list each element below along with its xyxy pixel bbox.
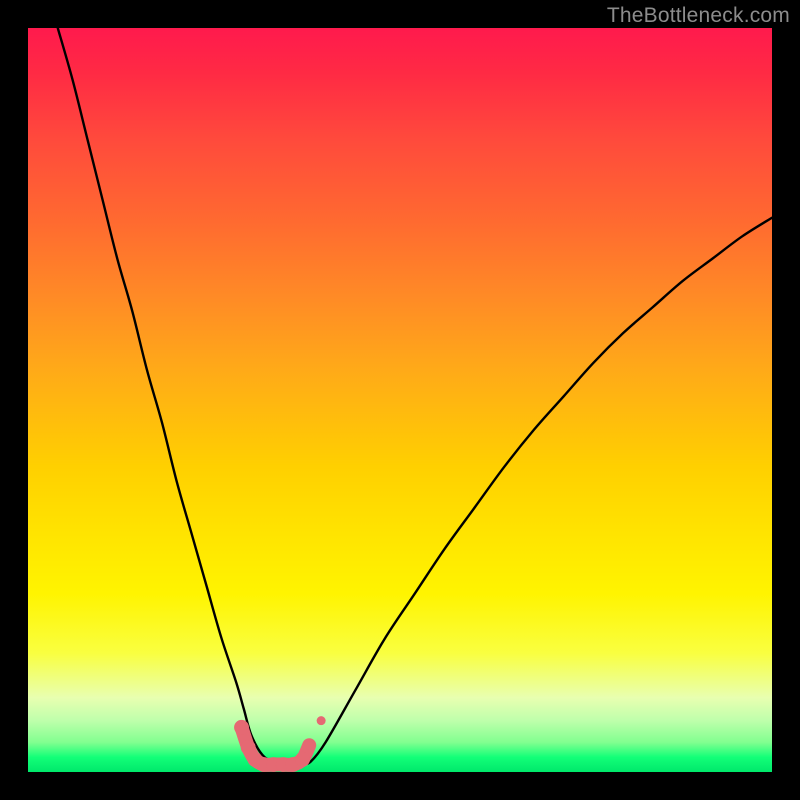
chart-frame: TheBottleneck.com [0, 0, 800, 800]
paths-group [58, 28, 772, 765]
marker-point [317, 716, 326, 725]
watermark-text: TheBottleneck.com [607, 4, 790, 28]
marker-point [295, 752, 310, 767]
markers-group [234, 716, 326, 772]
series-bottleneck-curve [58, 28, 772, 764]
chart-svg [28, 28, 772, 772]
marker-point [234, 720, 249, 735]
plot-area [28, 28, 772, 772]
marker-point [305, 741, 314, 750]
